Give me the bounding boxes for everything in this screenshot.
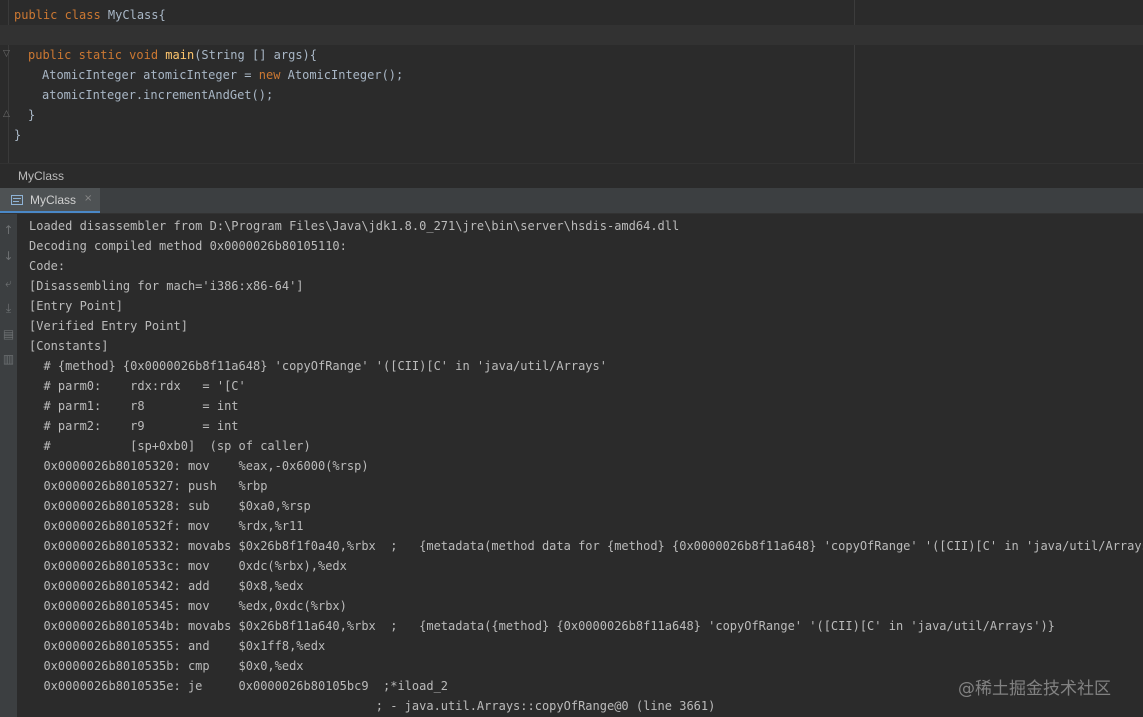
print-icon[interactable]: ▤ [0, 324, 17, 344]
console-line: 0x0000026b80105328: sub $0xa0,%rsp [29, 499, 311, 513]
console-line: # [sp+0xb0] (sp of caller) [29, 439, 311, 453]
code-line-6[interactable]: } [28, 105, 35, 125]
tab-label: MyClass [30, 193, 77, 207]
fold-marker-icon[interactable]: △ [3, 109, 10, 119]
console-line: Code: [29, 259, 66, 273]
console-line: [Entry Point] [29, 299, 123, 313]
class-name: MyClass{ [107, 8, 166, 22]
keyword: public class [14, 8, 108, 22]
console-line: [Disassembling for mach='i386:x86-64'] [29, 279, 304, 293]
console-line: # parm1: r8 = int [29, 399, 239, 413]
breadcrumb-item[interactable]: MyClass [18, 169, 64, 183]
keyword: public static void [28, 48, 166, 62]
console-line: ; - java.util.Arrays::copyOfRange@0 (lin… [29, 699, 716, 713]
keyword: new [258, 68, 288, 82]
console-line: Decoding compiled method 0x0000026b80105… [29, 239, 347, 253]
console-line: 0x0000026b80105342: add $0x8,%edx [29, 579, 304, 593]
code-line-1[interactable]: public class MyClass{ [14, 5, 166, 25]
soft-wrap-icon[interactable]: ⤶ [0, 273, 17, 293]
console-toolbar: ↑ ↓ ⤶ ⤓ ▤ ▥ [0, 214, 17, 717]
code-line-3[interactable]: public static void main(String [] args){ [28, 45, 317, 65]
fold-marker-icon[interactable]: ▽ [3, 49, 10, 59]
console-line: 0x0000026b8010534b: movabs $0x26b8f11a64… [29, 619, 1055, 633]
console-line: 0x0000026b80105320: mov %eax,-0x6000(%rs… [29, 459, 369, 473]
trash-icon[interactable]: ▥ [0, 349, 17, 369]
close-icon[interactable]: × [84, 193, 92, 204]
console-line: 0x0000026b8010532f: mov %rdx,%r11 [29, 519, 304, 533]
watermark: @稀土掘金技术社区 [958, 679, 1111, 699]
console-line: 0x0000026b8010535b: cmp $0x0,%edx [29, 659, 304, 673]
code-line-4[interactable]: AtomicInteger atomicInteger = new Atomic… [42, 65, 403, 85]
console-line: Loaded disassembler from D:\Program File… [29, 219, 680, 233]
code-line-2-current[interactable] [0, 25, 1143, 45]
code-line-5[interactable]: atomicInteger.incrementAndGet(); [42, 85, 273, 105]
console-line: # parm0: rdx:rdx = '[C' [29, 379, 246, 393]
code-editor[interactable]: public class MyClass{ ▽ public static vo… [0, 0, 1143, 163]
console-line: 0x0000026b8010533c: mov 0xdc(%rbx),%edx [29, 559, 347, 573]
console-output[interactable]: Loaded disassembler from D:\Program File… [17, 214, 1143, 717]
console-line: 0x0000026b80105345: mov %edx,0xdc(%rbx) [29, 599, 347, 613]
arrow-down-icon[interactable]: ↓ [0, 246, 17, 266]
method-name: main [165, 48, 195, 62]
console-line: 0x0000026b80105355: and $0x1ff8,%edx [29, 639, 326, 653]
arrow-up-icon[interactable]: ↑ [0, 220, 17, 240]
scroll-to-end-icon[interactable]: ⤓ [0, 298, 17, 318]
console-line: # {method} {0x0000026b8f11a648} 'copyOfR… [29, 359, 607, 373]
breadcrumb[interactable]: MyClass [0, 163, 1143, 189]
run-tab-myclass[interactable]: MyClass × [0, 188, 100, 213]
console-line: 0x0000026b80105327: push %rbp [29, 479, 268, 493]
console-line: [Verified Entry Point] [29, 319, 188, 333]
run-tab-bar: MyClass × [0, 188, 1143, 214]
console-line: 0x0000026b8010535e: je 0x0000026b80105bc… [29, 679, 449, 693]
console-line: 0x0000026b80105332: movabs $0x26b8f1f0a4… [29, 539, 1143, 553]
console-line: # parm2: r9 = int [29, 419, 239, 433]
console-line: [Constants] [29, 339, 109, 353]
console-icon [11, 195, 23, 205]
code-line-7[interactable]: } [14, 125, 21, 145]
